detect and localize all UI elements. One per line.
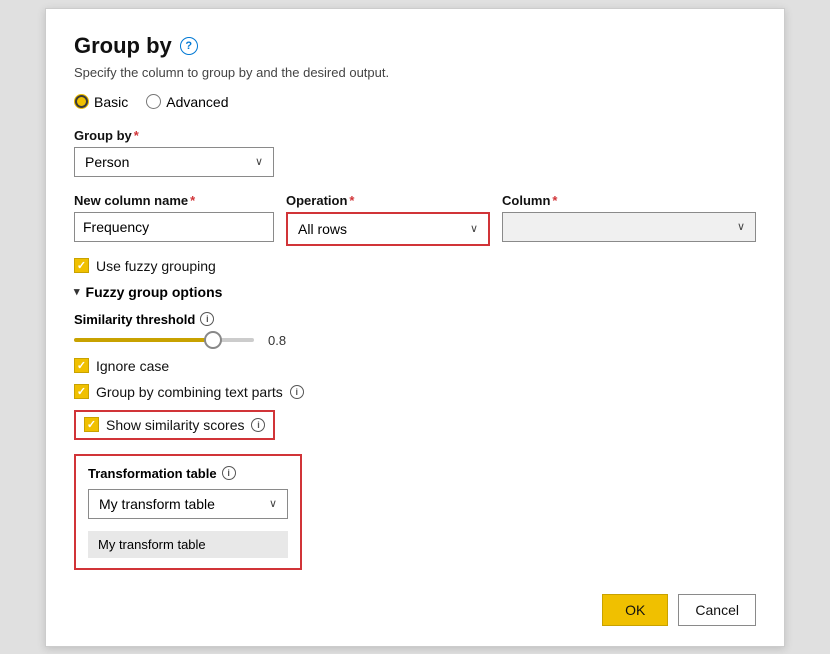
- group-by-dialog: Group by ? Specify the column to group b…: [45, 8, 785, 647]
- column-select[interactable]: ∨: [502, 212, 756, 242]
- combining-info-icon[interactable]: i: [290, 385, 304, 399]
- transformation-select[interactable]: My transform table ∨: [88, 489, 288, 519]
- transformation-label: Transformation table: [88, 466, 217, 481]
- similarity-label: Similarity threshold: [74, 312, 195, 327]
- cancel-button[interactable]: Cancel: [678, 594, 756, 626]
- slider-container: 0.8: [74, 333, 756, 348]
- help-icon[interactable]: ?: [180, 37, 198, 55]
- ok-button[interactable]: OK: [602, 594, 668, 626]
- operation-highlight-border: All rows ∨: [286, 212, 490, 246]
- show-similarity-highlight: Show similarity scores i: [74, 410, 275, 440]
- title-row: Group by ?: [74, 33, 756, 59]
- group-combining-checkbox[interactable]: [74, 384, 89, 399]
- group-combining-label: Group by combining text parts: [96, 384, 283, 400]
- radio-basic-label: Basic: [94, 94, 128, 110]
- show-similarity-label: Show similarity scores: [106, 417, 244, 433]
- radio-advanced-input[interactable]: [146, 94, 161, 109]
- radio-basic-input[interactable]: [74, 94, 89, 109]
- operation-label: Operation*: [286, 193, 490, 208]
- fuzzy-section-title: Fuzzy group options: [86, 284, 223, 300]
- transformation-section: Transformation table i My transform tabl…: [74, 454, 302, 570]
- radio-basic[interactable]: Basic: [74, 94, 128, 110]
- transformation-chevron-icon: ∨: [269, 497, 277, 510]
- show-similarity-wrapper: Show similarity scores i: [74, 410, 756, 440]
- columns-row: New column name* Operation* All rows ∨ C…: [74, 193, 756, 246]
- similarity-label-row: Similarity threshold i: [74, 312, 756, 327]
- footer-row: OK Cancel: [74, 594, 756, 626]
- fuzzy-collapse-icon: ▾: [74, 285, 80, 298]
- group-by-chevron-icon: ∨: [255, 155, 263, 168]
- group-combining-row: Group by combining text parts i: [74, 384, 756, 400]
- similarity-value: 0.8: [268, 333, 292, 348]
- dialog-title: Group by: [74, 33, 172, 59]
- ignore-case-label: Ignore case: [96, 358, 169, 374]
- radio-advanced[interactable]: Advanced: [146, 94, 228, 110]
- new-column-input[interactable]: [74, 212, 274, 242]
- column-label: Column*: [502, 193, 756, 208]
- operation-section: Operation* All rows ∨: [286, 193, 490, 246]
- group-by-label: Group by*: [74, 128, 756, 143]
- similarity-slider[interactable]: [74, 338, 254, 342]
- radio-advanced-label: Advanced: [166, 94, 228, 110]
- transformation-info-icon[interactable]: i: [222, 466, 236, 480]
- use-fuzzy-checkbox[interactable]: [74, 258, 89, 273]
- operation-select[interactable]: All rows ∨: [288, 214, 488, 244]
- group-by-select-wrapper: Person ∨: [74, 147, 274, 177]
- transformation-option[interactable]: My transform table: [88, 531, 288, 558]
- operation-chevron-icon: ∨: [470, 222, 478, 235]
- ignore-case-row: Ignore case: [74, 358, 756, 374]
- use-fuzzy-row: Use fuzzy grouping: [74, 258, 756, 274]
- show-similarity-checkbox[interactable]: [84, 417, 99, 432]
- show-similarity-info-icon[interactable]: i: [251, 418, 265, 432]
- dialog-subtitle: Specify the column to group by and the d…: [74, 65, 756, 80]
- group-by-section: Group by* Person ∨: [74, 128, 756, 177]
- group-by-select[interactable]: Person ∨: [74, 147, 274, 177]
- new-column-section: New column name*: [74, 193, 274, 242]
- similarity-section: Similarity threshold i 0.8: [74, 312, 756, 348]
- new-column-label: New column name*: [74, 193, 274, 208]
- use-fuzzy-label: Use fuzzy grouping: [96, 258, 216, 274]
- ignore-case-checkbox[interactable]: [74, 358, 89, 373]
- column-section: Column* ∨: [502, 193, 756, 242]
- column-chevron-icon: ∨: [737, 220, 745, 233]
- radio-group: Basic Advanced: [74, 94, 756, 110]
- fuzzy-section-toggle[interactable]: ▾ Fuzzy group options: [74, 284, 756, 300]
- transformation-label-row: Transformation table i: [88, 466, 288, 481]
- similarity-info-icon[interactable]: i: [200, 312, 214, 326]
